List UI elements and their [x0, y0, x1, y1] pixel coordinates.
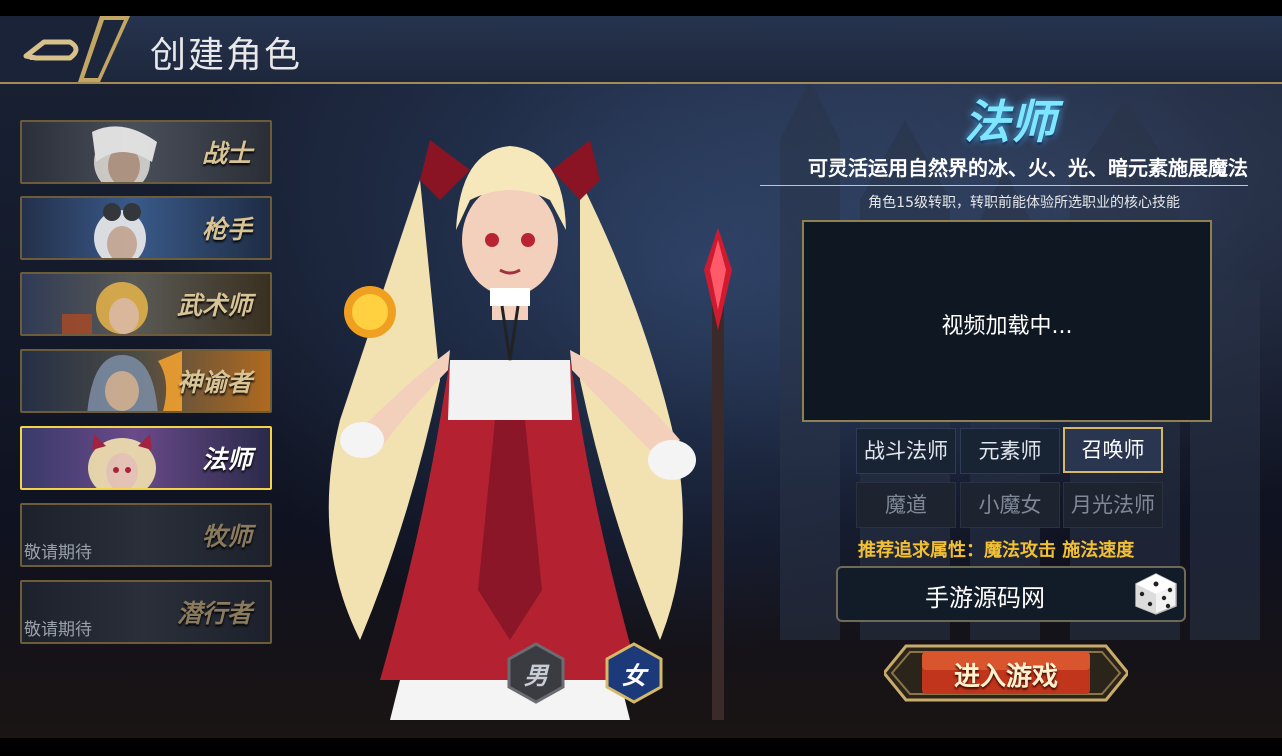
class-item-priest[interactable]: 牧师 敬请期待: [20, 503, 272, 567]
coming-soon-label: 敬请期待: [24, 620, 92, 640]
subclass-battle-mage[interactable]: 战斗法师: [856, 428, 956, 474]
top-letterbox: [0, 0, 1282, 16]
class-name-label: 武术师: [176, 291, 252, 320]
gunner-portrait: [94, 203, 146, 258]
page-title: 创建角色: [150, 35, 303, 76]
recommend-label: 推荐追求属性：: [858, 540, 984, 561]
subclass-elementalist[interactable]: 元素师: [960, 428, 1060, 474]
enter-game-label: 进入游戏: [953, 662, 1058, 692]
class-name-label: 牧师: [201, 522, 252, 551]
enter-game-button[interactable]: 进入游戏: [882, 640, 1130, 706]
video-status-text: 视频加载中...: [941, 314, 1073, 339]
class-name-label: 战士: [201, 139, 252, 168]
class-item-gunner[interactable]: 枪手: [20, 196, 272, 260]
class-item-fighter[interactable]: 武术师: [20, 272, 272, 336]
class-item-thief[interactable]: 潜行者 敬请期待: [20, 580, 272, 644]
recommended-attributes: 推荐追求属性：魔法攻击 施法速度: [858, 536, 1178, 562]
oracle-portrait: [87, 351, 182, 411]
back-arrow-icon: [0, 16, 130, 82]
create-character-screen: 创建角色 战士 枪手 武术师 神谕者 法师 牧师 敬请期待 潜行者 敬请期待 男…: [0, 0, 1282, 756]
subclass-summoner[interactable]: 召唤师: [1063, 427, 1163, 473]
gender-male-label: 男: [524, 662, 548, 690]
subclass-witch-dark[interactable]: 魔道: [856, 482, 956, 528]
character-name-field: [836, 566, 1186, 622]
coming-soon-label: 敬请期待: [24, 543, 92, 563]
class-title: 法师: [964, 95, 1056, 149]
fighter-portrait: [62, 282, 148, 334]
gender-female-label: 女: [622, 662, 646, 690]
recommend-values: 魔法攻击 施法速度: [984, 540, 1135, 561]
class-name-label: 法师: [201, 445, 252, 474]
subclass-moonlight-mage[interactable]: 月光法师: [1063, 482, 1163, 528]
class-note: 角色15级转职，转职前能体验所选职业的核心技能: [868, 195, 1180, 211]
gender-female-button[interactable]: 女: [604, 642, 664, 704]
mage-portrait: [88, 434, 156, 488]
character-name-input[interactable]: [838, 568, 1132, 622]
video-preview[interactable]: 视频加载中...: [802, 220, 1212, 422]
class-name-label: 枪手: [201, 215, 252, 244]
class-item-warrior[interactable]: 战士: [20, 120, 272, 184]
header-bar: 创建角色: [0, 16, 1282, 84]
class-item-mage[interactable]: 法师: [20, 426, 272, 490]
subclass-little-witch[interactable]: 小魔女: [960, 482, 1060, 528]
class-name-label: 神谕者: [176, 368, 252, 397]
gender-male-button[interactable]: 男: [506, 642, 566, 704]
class-item-oracle[interactable]: 神谕者: [20, 349, 272, 413]
class-description: 可灵活运用自然界的冰、火、光、暗元素施展魔法: [760, 152, 1248, 186]
class-name-label: 潜行者: [176, 599, 252, 628]
back-button[interactable]: [0, 16, 150, 82]
bottom-letterbox: [0, 738, 1282, 756]
dice-random-icon[interactable]: [1132, 572, 1180, 616]
warrior-portrait: [92, 126, 157, 182]
